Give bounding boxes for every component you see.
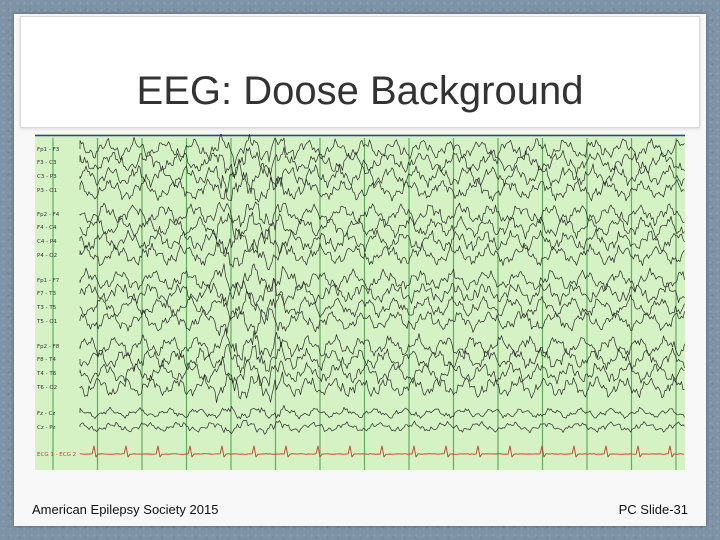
eeg-channel-trace (79, 371, 685, 404)
channel-label: F3 - C3 (37, 160, 57, 166)
eeg-channel-trace (79, 405, 685, 420)
channel-label: C3 - P3 (37, 174, 57, 180)
eeg-channel-trace (79, 146, 685, 178)
eeg-channel-trace (79, 356, 685, 392)
channel-label: F7 - T3 (37, 291, 57, 297)
slide-title: EEG: Doose Background (136, 69, 584, 113)
channel-label: T3 - T5 (36, 305, 57, 311)
footer-credit: American Epilepsy Society 2015 (32, 502, 219, 517)
eeg-channel-trace (79, 134, 685, 167)
channel-label: Fp1 - F3 (37, 147, 60, 153)
channel-label: T6 - O2 (36, 385, 57, 391)
channel-label: Fz - Cz (37, 411, 55, 417)
channel-label: F8 - T4 (37, 357, 57, 363)
eeg-channel-trace (79, 238, 685, 271)
channel-label: Fp2 - F8 (37, 344, 60, 350)
eeg-svg: Fp1 - F3 F3 - C3 C3 - P3 P3 - O1 Fp2 - F4 F4 … (35, 134, 685, 470)
channel-label: Fp2 - F4 (37, 212, 60, 218)
channel-label: P3 - O1 (37, 188, 57, 194)
eeg-channel-trace (79, 290, 685, 325)
eeg-channel-trace (79, 327, 685, 361)
eeg-channel-trace (79, 263, 685, 296)
channel-label: T4 - T6 (36, 371, 57, 377)
channel-label: Cz - Pz (37, 425, 56, 431)
channel-label: Fp1 - F7 (37, 278, 60, 284)
title-box: EEG: Doose Background (20, 16, 700, 128)
ecg-trace (79, 445, 685, 458)
channel-label: P4 - O2 (37, 253, 57, 259)
channel-label: F4 - C4 (37, 225, 57, 231)
slide-number: PC Slide-31 (618, 502, 688, 517)
eeg-channel-trace (79, 308, 685, 336)
channel-label: C4 - P4 (37, 239, 57, 245)
channel-label: T5 - O1 (36, 319, 57, 325)
eeg-tracing: Fp1 - F3 F3 - C3 C3 - P3 P3 - O1 Fp2 - F4 F4 … (35, 134, 685, 470)
eeg-channel-trace (79, 278, 685, 308)
channel-label: ECG 1 - ECG 2 (37, 452, 76, 458)
eeg-channel-trace (79, 201, 685, 228)
eeg-channel-trace (79, 420, 685, 435)
